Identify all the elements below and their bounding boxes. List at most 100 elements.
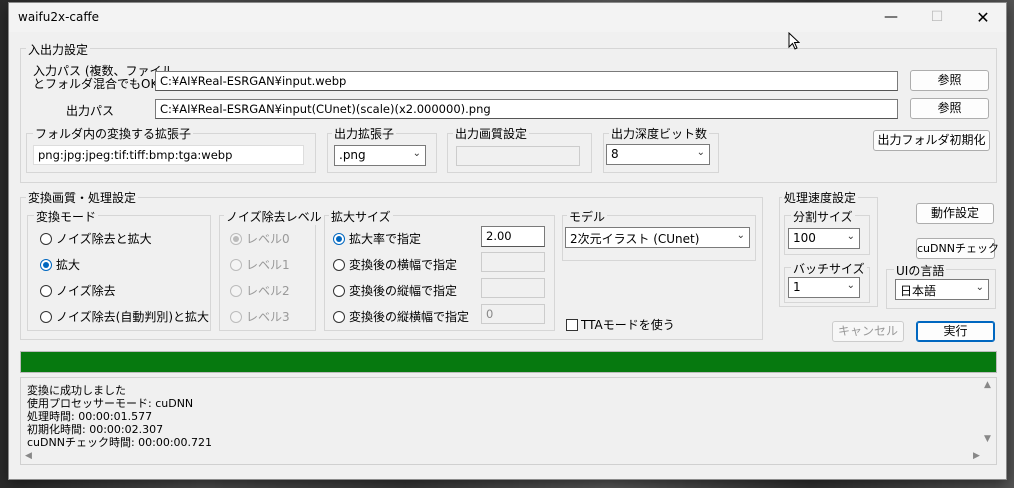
scale-ratio-field[interactable]: 2.00 bbox=[481, 226, 545, 247]
bit-depth-select[interactable]: 8 ⌄ bbox=[606, 144, 710, 165]
log-line: 使用プロセッサーモード: cuDNN bbox=[27, 397, 194, 410]
mode-label: ノイズ除去(自動判別)と拡大 bbox=[56, 310, 210, 324]
chevron-down-icon: ⌄ bbox=[846, 280, 855, 291]
model-select[interactable]: 2次元イラスト (CUnet) ⌄ bbox=[565, 227, 750, 248]
io-settings-legend: 入出力設定 bbox=[26, 41, 91, 58]
log-line: 変換に成功しました bbox=[27, 384, 126, 397]
scale-height-field bbox=[481, 278, 545, 298]
model-value: 2次元イラスト (CUnet) bbox=[570, 232, 700, 246]
scroll-down-icon[interactable]: ▼ bbox=[984, 434, 991, 444]
extensions-legend: フォルダ内の変換する拡張子 bbox=[33, 125, 194, 142]
scale-option-label: 拡大率で指定 bbox=[349, 232, 422, 246]
run-button[interactable]: 実行 bbox=[916, 321, 995, 342]
bit-depth-legend: 出力深度ビット数 bbox=[609, 125, 710, 142]
scale-by-ratio-radio[interactable]: 拡大率で指定 bbox=[333, 230, 421, 247]
ui-language-value: 日本語 bbox=[900, 284, 937, 298]
scale-option-label: 変換後の縦幅で指定 bbox=[349, 284, 458, 298]
output-quality-legend: 出力画質設定 bbox=[453, 125, 530, 142]
maximize-button[interactable]: ☐ bbox=[915, 3, 959, 32]
progress-fill bbox=[21, 352, 996, 372]
noise-level-legend: ノイズ除去レベル bbox=[224, 208, 324, 225]
radio-selected-icon bbox=[40, 259, 52, 271]
operation-settings-button[interactable]: 動作設定 bbox=[916, 203, 994, 224]
chevron-down-icon: ⌄ bbox=[975, 282, 984, 293]
scale-by-width-radio[interactable]: 変換後の横幅で指定 bbox=[333, 256, 457, 273]
main-window: waifu2x-caffe — ☐ ✕ 入出力設定 入力パス (複数、ファイル … bbox=[8, 2, 1007, 480]
noise-level-3-radio[interactable]: レベル3 bbox=[230, 308, 290, 325]
output-ext-value: .png bbox=[339, 148, 366, 162]
cudnn-check-button[interactable]: cuDNNチェック bbox=[916, 238, 999, 259]
tta-mode-label: TTAモードを使う bbox=[581, 318, 675, 332]
log-line: cuDNNチェック時間: 00:00:00.721 bbox=[27, 436, 213, 449]
scale-option-label: 変換後の横幅で指定 bbox=[349, 258, 458, 272]
model-legend: モデル bbox=[567, 208, 608, 225]
horizontal-scrollbar[interactable]: ◀ ▶ bbox=[21, 450, 996, 464]
chevron-down-icon: ⌄ bbox=[736, 230, 745, 241]
vertical-scrollbar[interactable]: ▲ ▼ bbox=[980, 378, 996, 450]
mouse-cursor-icon bbox=[788, 32, 800, 50]
tta-mode-checkbox[interactable]: TTAモードを使う bbox=[566, 316, 675, 333]
output-path-field[interactable]: C:¥AI¥Real-ESRGAN¥input(CUnet)(scale)(x2… bbox=[155, 99, 898, 119]
scroll-left-icon[interactable]: ◀ bbox=[25, 451, 32, 461]
output-path-label: 出力パス bbox=[66, 104, 115, 118]
log-line: 処理時間: 00:00:01.577 bbox=[27, 410, 153, 423]
reset-output-folder-button[interactable]: 出力フォルダ初期化 bbox=[873, 130, 990, 151]
radio-selected-icon bbox=[230, 233, 242, 245]
scale-by-height-radio[interactable]: 変換後の縦幅で指定 bbox=[333, 282, 457, 299]
mode-label: 拡大 bbox=[56, 258, 81, 272]
title-bar: waifu2x-caffe — ☐ ✕ bbox=[9, 3, 1006, 32]
log-output[interactable]: 変換に成功しました 使用プロセッサーモード: cuDNN 処理時間: 00:00:0… bbox=[20, 377, 997, 465]
chevron-down-icon: ⌄ bbox=[846, 231, 855, 242]
noise-level-label: レベル3 bbox=[246, 310, 290, 324]
radio-selected-icon bbox=[333, 233, 345, 245]
mode-radio-auto-noise-scale[interactable]: ノイズ除去(自動判別)と拡大 bbox=[40, 308, 209, 325]
mode-label: ノイズ除去と拡大 bbox=[56, 232, 152, 246]
radio-icon bbox=[230, 311, 242, 323]
output-quality-field bbox=[456, 146, 580, 166]
log-line: 初期化時間: 00:00:02.307 bbox=[27, 423, 164, 436]
scale-option-label: 変換後の縦横幅で指定 bbox=[349, 310, 470, 324]
mode-legend: 変換モード bbox=[34, 208, 99, 225]
noise-level-label: レベル2 bbox=[246, 284, 290, 298]
input-browse-button[interactable]: 参照 bbox=[910, 70, 989, 91]
speed-settings-legend: 処理速度設定 bbox=[782, 189, 859, 206]
radio-icon bbox=[333, 259, 345, 271]
batch-size-select[interactable]: 1 ⌄ bbox=[788, 277, 860, 298]
ui-language-select[interactable]: 日本語 ⌄ bbox=[895, 279, 989, 300]
split-size-select[interactable]: 100 ⌄ bbox=[788, 228, 860, 249]
noise-level-label: レベル0 bbox=[246, 232, 290, 246]
radio-icon bbox=[230, 259, 242, 271]
split-size-legend: 分割サイズ bbox=[791, 208, 855, 225]
input-path-field[interactable]: C:¥AI¥Real-ESRGAN¥input.webp bbox=[155, 71, 898, 91]
mode-radio-noise-scale[interactable]: ノイズ除去と拡大 bbox=[40, 230, 152, 247]
output-ext-select[interactable]: .png ⌄ bbox=[334, 145, 426, 166]
scale-size-legend: 拡大サイズ bbox=[329, 208, 393, 225]
progress-bar bbox=[20, 351, 997, 373]
log-lines: 変換に成功しました 使用プロセッサーモード: cuDNN 処理時間: 00:00:0… bbox=[27, 384, 212, 449]
noise-level-2-radio[interactable]: レベル2 bbox=[230, 282, 290, 299]
output-browse-button[interactable]: 参照 bbox=[910, 98, 989, 119]
scale-width-height-field: 0 bbox=[481, 304, 545, 324]
minimize-button[interactable]: — bbox=[869, 3, 913, 32]
mode-radio-scale[interactable]: 拡大 bbox=[40, 256, 80, 273]
noise-level-1-radio[interactable]: レベル1 bbox=[230, 256, 290, 273]
scroll-up-icon[interactable]: ▲ bbox=[984, 380, 991, 390]
extensions-field[interactable]: png:jpg:jpeg:tif:tiff:bmp:tga:webp bbox=[33, 145, 304, 165]
conversion-settings-legend: 変換画質・処理設定 bbox=[26, 189, 139, 206]
cancel-button[interactable]: キャンセル bbox=[832, 321, 904, 342]
close-button[interactable]: ✕ bbox=[961, 3, 1005, 32]
scale-width-field bbox=[481, 252, 545, 272]
scroll-right-icon[interactable]: ▶ bbox=[973, 451, 980, 461]
noise-level-0-radio[interactable]: レベル0 bbox=[230, 230, 290, 247]
chevron-down-icon: ⌄ bbox=[412, 148, 421, 159]
radio-icon bbox=[333, 311, 345, 323]
batch-size-value: 1 bbox=[793, 280, 801, 294]
mode-radio-noise[interactable]: ノイズ除去 bbox=[40, 282, 116, 299]
split-size-value: 100 bbox=[793, 231, 816, 245]
bit-depth-value: 8 bbox=[611, 147, 619, 161]
radio-icon bbox=[333, 285, 345, 297]
radio-icon bbox=[40, 233, 52, 245]
ui-language-legend: UIの言語 bbox=[894, 262, 947, 279]
chevron-down-icon: ⌄ bbox=[696, 147, 705, 158]
scale-by-width-height-radio[interactable]: 変換後の縦横幅で指定 bbox=[333, 308, 469, 325]
